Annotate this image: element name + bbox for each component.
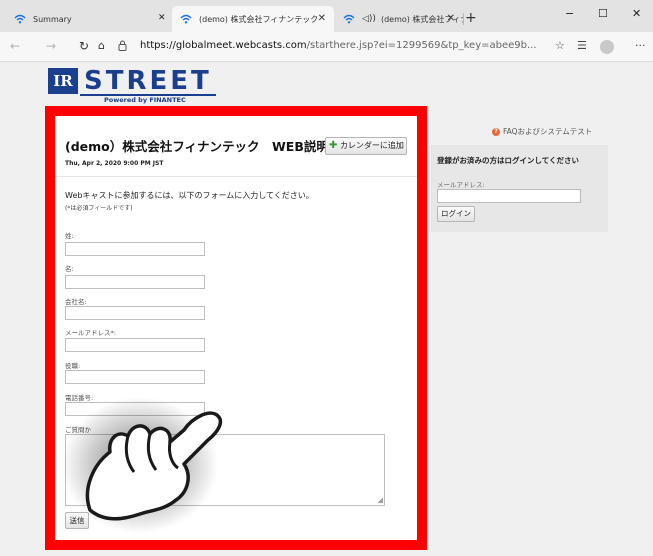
tab-close-icon[interactable]: ✕ — [158, 13, 166, 23]
logo-mark: IR — [48, 68, 78, 94]
close-window-button[interactable]: ✕ — [632, 7, 641, 20]
email-field[interactable] — [65, 338, 205, 352]
tab-summary[interactable]: Summary — [6, 6, 161, 32]
login-email-field[interactable] — [437, 189, 581, 203]
login-email-label: メールアドレス: — [437, 181, 485, 189]
last-name-field[interactable] — [65, 242, 205, 256]
favorites-bar-icon[interactable]: ☰ — [577, 39, 587, 52]
login-title: 登録がお済みの方はログインしてください — [437, 156, 580, 165]
refresh-icon[interactable]: ↻ — [79, 39, 89, 53]
url-path: /starthere.jsp?ei=1299569&tp_key=abee9b.… — [306, 40, 537, 51]
resize-handle-icon[interactable]: ◢ — [378, 497, 383, 504]
first-name-field[interactable] — [65, 275, 205, 289]
tab-close-icon[interactable]: ✕ — [447, 13, 455, 24]
logo-powered-by: Powered by FINANTEC — [104, 96, 186, 104]
page-title: (demo）株式会社フィナンテック WEB説明会案内 — [65, 139, 367, 154]
address-bar: ← → ↻ ⌂ https://globalmeet.webcasts.com/… — [0, 32, 653, 62]
maximize-button[interactable]: ☐ — [598, 7, 608, 20]
plus-icon: ✚ — [329, 140, 338, 151]
company-label: 会社名: — [65, 298, 87, 306]
divider — [55, 176, 417, 177]
more-icon[interactable]: ··· — [635, 39, 646, 52]
new-tab-button[interactable]: + — [465, 10, 477, 26]
faq-label: FAQおよびシステムテスト — [503, 127, 593, 136]
last-name-label: 姓: — [65, 232, 74, 240]
home-icon[interactable]: ⌂ — [98, 39, 105, 52]
minimize-button[interactable]: − — [565, 7, 574, 20]
star-icon[interactable]: ☆ — [555, 39, 565, 52]
company-field[interactable] — [65, 306, 205, 320]
browser-tab-bar: Summary ✕ (demo) 株式会社フィナンテック ✕ ◁)) (demo… — [0, 0, 653, 32]
event-date: Thu, Apr 2, 2020 9:00 PM JST — [65, 160, 164, 167]
irstreet-logo: IR STREET Powered by FINANTEC — [48, 66, 216, 104]
tab-label: (demo) 株式会社フィナンテック — [199, 14, 319, 24]
help-icon: ? — [492, 128, 500, 136]
webcast-icon — [14, 14, 26, 24]
form-intro: Webキャストに参加するには、以下のフォームに入力してください。 — [65, 191, 314, 200]
url-field[interactable]: https://globalmeet.webcasts.com/starther… — [140, 40, 537, 51]
logo-name: STREET — [84, 66, 212, 96]
login-button[interactable]: ログイン — [437, 206, 475, 222]
add-to-calendar-label: カレンダーに追加 — [339, 141, 404, 150]
forward-arrow-icon[interactable]: → — [46, 39, 56, 53]
webcast-icon — [180, 14, 192, 24]
audio-icon: ◁)) — [362, 14, 376, 24]
lock-icon — [118, 40, 127, 51]
tab-demo-second[interactable]: ◁)) (demo) 株式会社フィナンテ ✕ — [335, 6, 463, 32]
tab-separator — [463, 13, 464, 25]
email-label: メールアドレス*: — [65, 329, 116, 337]
first-name-label: 名: — [65, 265, 74, 273]
url-domain: https://globalmeet.webcasts.com — [140, 40, 307, 51]
profile-icon[interactable] — [600, 40, 614, 54]
tab-label: Summary — [33, 14, 72, 24]
add-to-calendar-button[interactable]: ✚ カレンダーに追加 — [325, 137, 407, 155]
back-arrow-icon[interactable]: ← — [10, 39, 20, 53]
webcast-icon — [343, 14, 355, 24]
tab-demo-active[interactable]: (demo) 株式会社フィナンテック ✕ — [172, 6, 334, 32]
faq-link[interactable]: ? FAQおよびシステムテスト — [492, 126, 592, 137]
required-note: (*は必須フィールドです) — [65, 205, 133, 212]
pointing-hand-icon — [62, 397, 223, 533]
tab-close-icon[interactable]: ✕ — [318, 13, 326, 24]
